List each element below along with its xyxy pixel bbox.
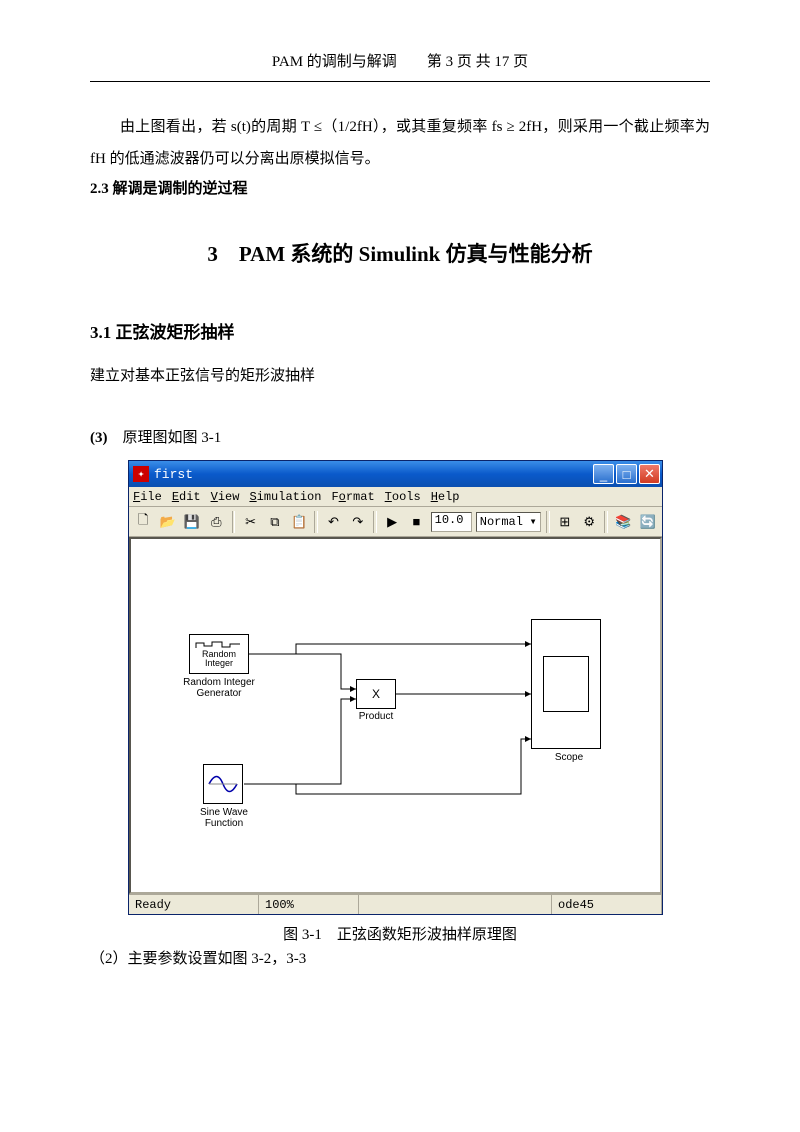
scope-block[interactable] [531,619,601,749]
minimize-button[interactable]: _ [593,464,614,484]
status-zoom: 100% [259,895,359,914]
new-icon[interactable]: 🗋 [133,511,153,533]
menu-tools[interactable]: Tools [385,490,421,504]
app-icon: ✦ [133,466,149,482]
toolbar-separator [232,511,236,533]
print-icon[interactable]: ⎙ [206,511,226,533]
sim-time-input[interactable]: 10.0 [431,512,472,532]
undo-icon[interactable]: ↶ [323,511,343,533]
scope-screen-icon [543,656,589,712]
paste-icon[interactable]: 📋 [289,511,309,533]
status-spacer [359,895,552,914]
status-ready: Ready [129,895,259,914]
toolbar: 🗋 📂 💾 ⎙ ✂ ⧉ 📋 ↶ ↷ ▶ ■ 10.0 Normal▾ ⊞ ⚙ 📚… [129,507,662,537]
figure-3-1-caption: 图 3-1 正弦函数矩形波抽样原理图 [90,923,710,944]
random-integer-label: Random Integer Generator [177,677,261,699]
product-label: Product [356,711,396,722]
toolbar-separator [373,511,377,533]
model-canvas[interactable]: Random Integer Random Integer Generator … [129,537,662,894]
subsection-2-3: 2.3 解调是调制的逆过程 [90,177,710,198]
redo-icon[interactable]: ↷ [348,511,368,533]
close-button[interactable]: ✕ [639,464,660,484]
scope-icon[interactable]: ⊞ [555,511,575,533]
toolbar-separator [604,511,608,533]
window-buttons: _ □ ✕ [593,464,660,484]
menu-bar: File Edit View Simulation Format Tools H… [129,487,662,507]
section-3-1-desc: 建立对基本正弦信号的矩形波抽样 [90,361,710,393]
product-block[interactable]: X [356,679,396,709]
cut-icon[interactable]: ✂ [240,511,260,533]
maximize-button[interactable]: □ [616,464,637,484]
figure-item-3: (3) 原理图如图 3-1 [90,423,710,455]
copy-icon[interactable]: ⧉ [265,511,285,533]
window-title: first [154,467,193,482]
scope-label: Scope [549,752,589,763]
item-3-marker: (3) [90,430,108,446]
window-titlebar: ✦ first _ □ ✕ [129,461,662,487]
menu-view[interactable]: View [211,490,240,504]
run-icon[interactable]: ▶ [382,511,402,533]
status-bar: Ready 100% ode45 [129,894,662,914]
item-3-text: 原理图如图 3-1 [123,430,222,446]
chevron-down-icon: ▾ [530,514,537,529]
library-icon[interactable]: 📚 [613,511,633,533]
menu-edit[interactable]: Edit [172,490,201,504]
section-3-1-head: 3.1 正弦波矩形抽样 [90,318,710,343]
page-header: PAM 的调制与解调 第 3 页 共 17 页 [90,50,710,77]
doc-title: PAM 的调制与解调 [272,54,397,70]
menu-simulation[interactable]: Simulation [249,490,321,504]
save-icon[interactable]: 💾 [182,511,202,533]
simulink-window: ✦ first _ □ ✕ File Edit View Simulation … [128,460,663,915]
sim-mode-select[interactable]: Normal▾ [476,512,541,532]
open-icon[interactable]: 📂 [157,511,177,533]
paragraph-1: 由上图看出，若 s(t)的周期 T ≤（1/2fH），或其重复频率 fs ≥ 2… [90,112,710,175]
random-block-line2: Integer [205,658,233,668]
toolbar-separator [314,511,318,533]
menu-file[interactable]: File [133,490,162,504]
refresh-icon[interactable]: 🔄 [638,511,658,533]
header-divider [90,81,710,82]
sine-wave-icon [206,767,240,801]
config-icon[interactable]: ⚙ [579,511,599,533]
product-symbol: X [372,687,380,701]
random-integer-block[interactable]: Random Integer [189,634,249,674]
status-solver: ode45 [552,895,662,914]
stop-icon[interactable]: ■ [406,511,426,533]
chapter-3-title: 3 PAM 系统的 Simulink 仿真与性能分析 [90,238,710,268]
item-2: （2）主要参数设置如图 3-2，3-3 [90,944,710,976]
toolbar-separator [546,511,550,533]
menu-format[interactable]: Format [331,490,374,504]
menu-help[interactable]: Help [431,490,460,504]
page-number: 第 3 页 共 17 页 [427,54,528,70]
sine-wave-label: Sine Wave Function [189,807,259,829]
sine-wave-block[interactable] [203,764,243,804]
